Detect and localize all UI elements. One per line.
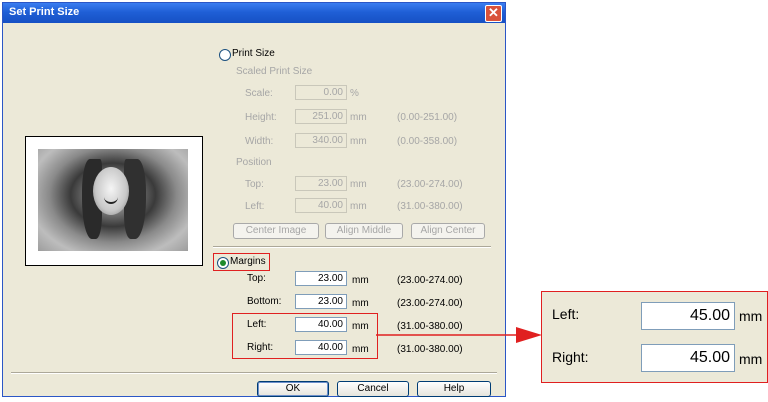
align-center-button[interactable]: Align Center [411, 223, 485, 239]
help-button[interactable]: Help [417, 381, 491, 397]
photo-face [93, 167, 129, 215]
zoom-left-field: 45.00 [641, 302, 735, 330]
section-divider [213, 246, 491, 248]
print-size-radio[interactable] [219, 49, 231, 61]
margin-top-range: (23.00-274.00) [397, 275, 463, 286]
height-field[interactable]: 251.00 [295, 109, 347, 124]
margin-right-range: (31.00-380.00) [397, 344, 463, 355]
margin-left-label: Left: [247, 319, 267, 330]
title-bar[interactable]: Set Print Size ✕ [3, 3, 505, 23]
scale-label: Scale: [245, 88, 273, 99]
width-range: (0.00-358.00) [397, 136, 458, 147]
print-preview [25, 136, 203, 266]
margin-right-label: Right: [247, 342, 274, 353]
position-left-field[interactable]: 40.00 [295, 198, 347, 213]
height-range: (0.00-251.00) [397, 112, 458, 123]
margin-bottom-range: (23.00-274.00) [397, 298, 463, 309]
cancel-button[interactable]: Cancel [337, 381, 409, 397]
margin-right-unit: mm [352, 344, 369, 355]
position-left-range: (31.00-380.00) [397, 201, 463, 212]
width-label: Width: [245, 136, 274, 147]
height-label: Height: [245, 112, 277, 123]
zoom-left-label: Left: [552, 306, 580, 322]
margins-radio[interactable] [217, 257, 229, 269]
scale-unit: % [350, 88, 359, 99]
margin-top-label: Top: [247, 273, 266, 284]
zoom-left-unit: mm [739, 308, 763, 324]
zoom-right-unit: mm [739, 351, 763, 367]
zoom-right-label: Right: [552, 349, 589, 365]
align-middle-button[interactable]: Align Middle [325, 223, 403, 239]
zoom-right-field: 45.00 [641, 344, 735, 372]
width-unit: mm [350, 136, 367, 147]
margin-top-unit: mm [352, 275, 369, 286]
margin-bottom-label: Bottom: [247, 296, 282, 307]
margins-label: Margins [230, 256, 266, 267]
close-icon[interactable]: ✕ [485, 5, 502, 22]
ok-button[interactable]: OK [257, 381, 329, 397]
footer-divider [11, 372, 497, 374]
position-left-label: Left: [245, 201, 265, 212]
scale-field[interactable]: 0.00 [295, 85, 347, 100]
margins-radio-dot [220, 260, 226, 266]
scaled-print-size-label: Scaled Print Size [236, 66, 313, 77]
position-top-unit: mm [350, 179, 367, 190]
position-top-label: Top: [245, 179, 264, 190]
margin-top-field[interactable]: 23.00 [295, 271, 347, 286]
margin-left-unit: mm [352, 321, 369, 332]
print-size-label: Print Size [232, 48, 275, 59]
position-label: Position [236, 157, 272, 168]
callout-arrow [376, 327, 542, 343]
height-unit: mm [350, 112, 367, 123]
width-field[interactable]: 340.00 [295, 133, 347, 148]
margin-right-field[interactable]: 40.00 [295, 340, 347, 355]
margin-bottom-unit: mm [352, 298, 369, 309]
zoom-callout: Left: 45.00 mm Right: 45.00 mm [541, 291, 768, 383]
dialog-title: Set Print Size [9, 6, 80, 18]
preview-photo [38, 149, 188, 251]
margin-left-field[interactable]: 40.00 [295, 317, 347, 332]
margin-bottom-field[interactable]: 23.00 [295, 294, 347, 309]
center-image-button[interactable]: Center Image [233, 223, 319, 239]
position-left-unit: mm [350, 201, 367, 212]
position-top-range: (23.00-274.00) [397, 179, 463, 190]
position-top-field[interactable]: 23.00 [295, 176, 347, 191]
